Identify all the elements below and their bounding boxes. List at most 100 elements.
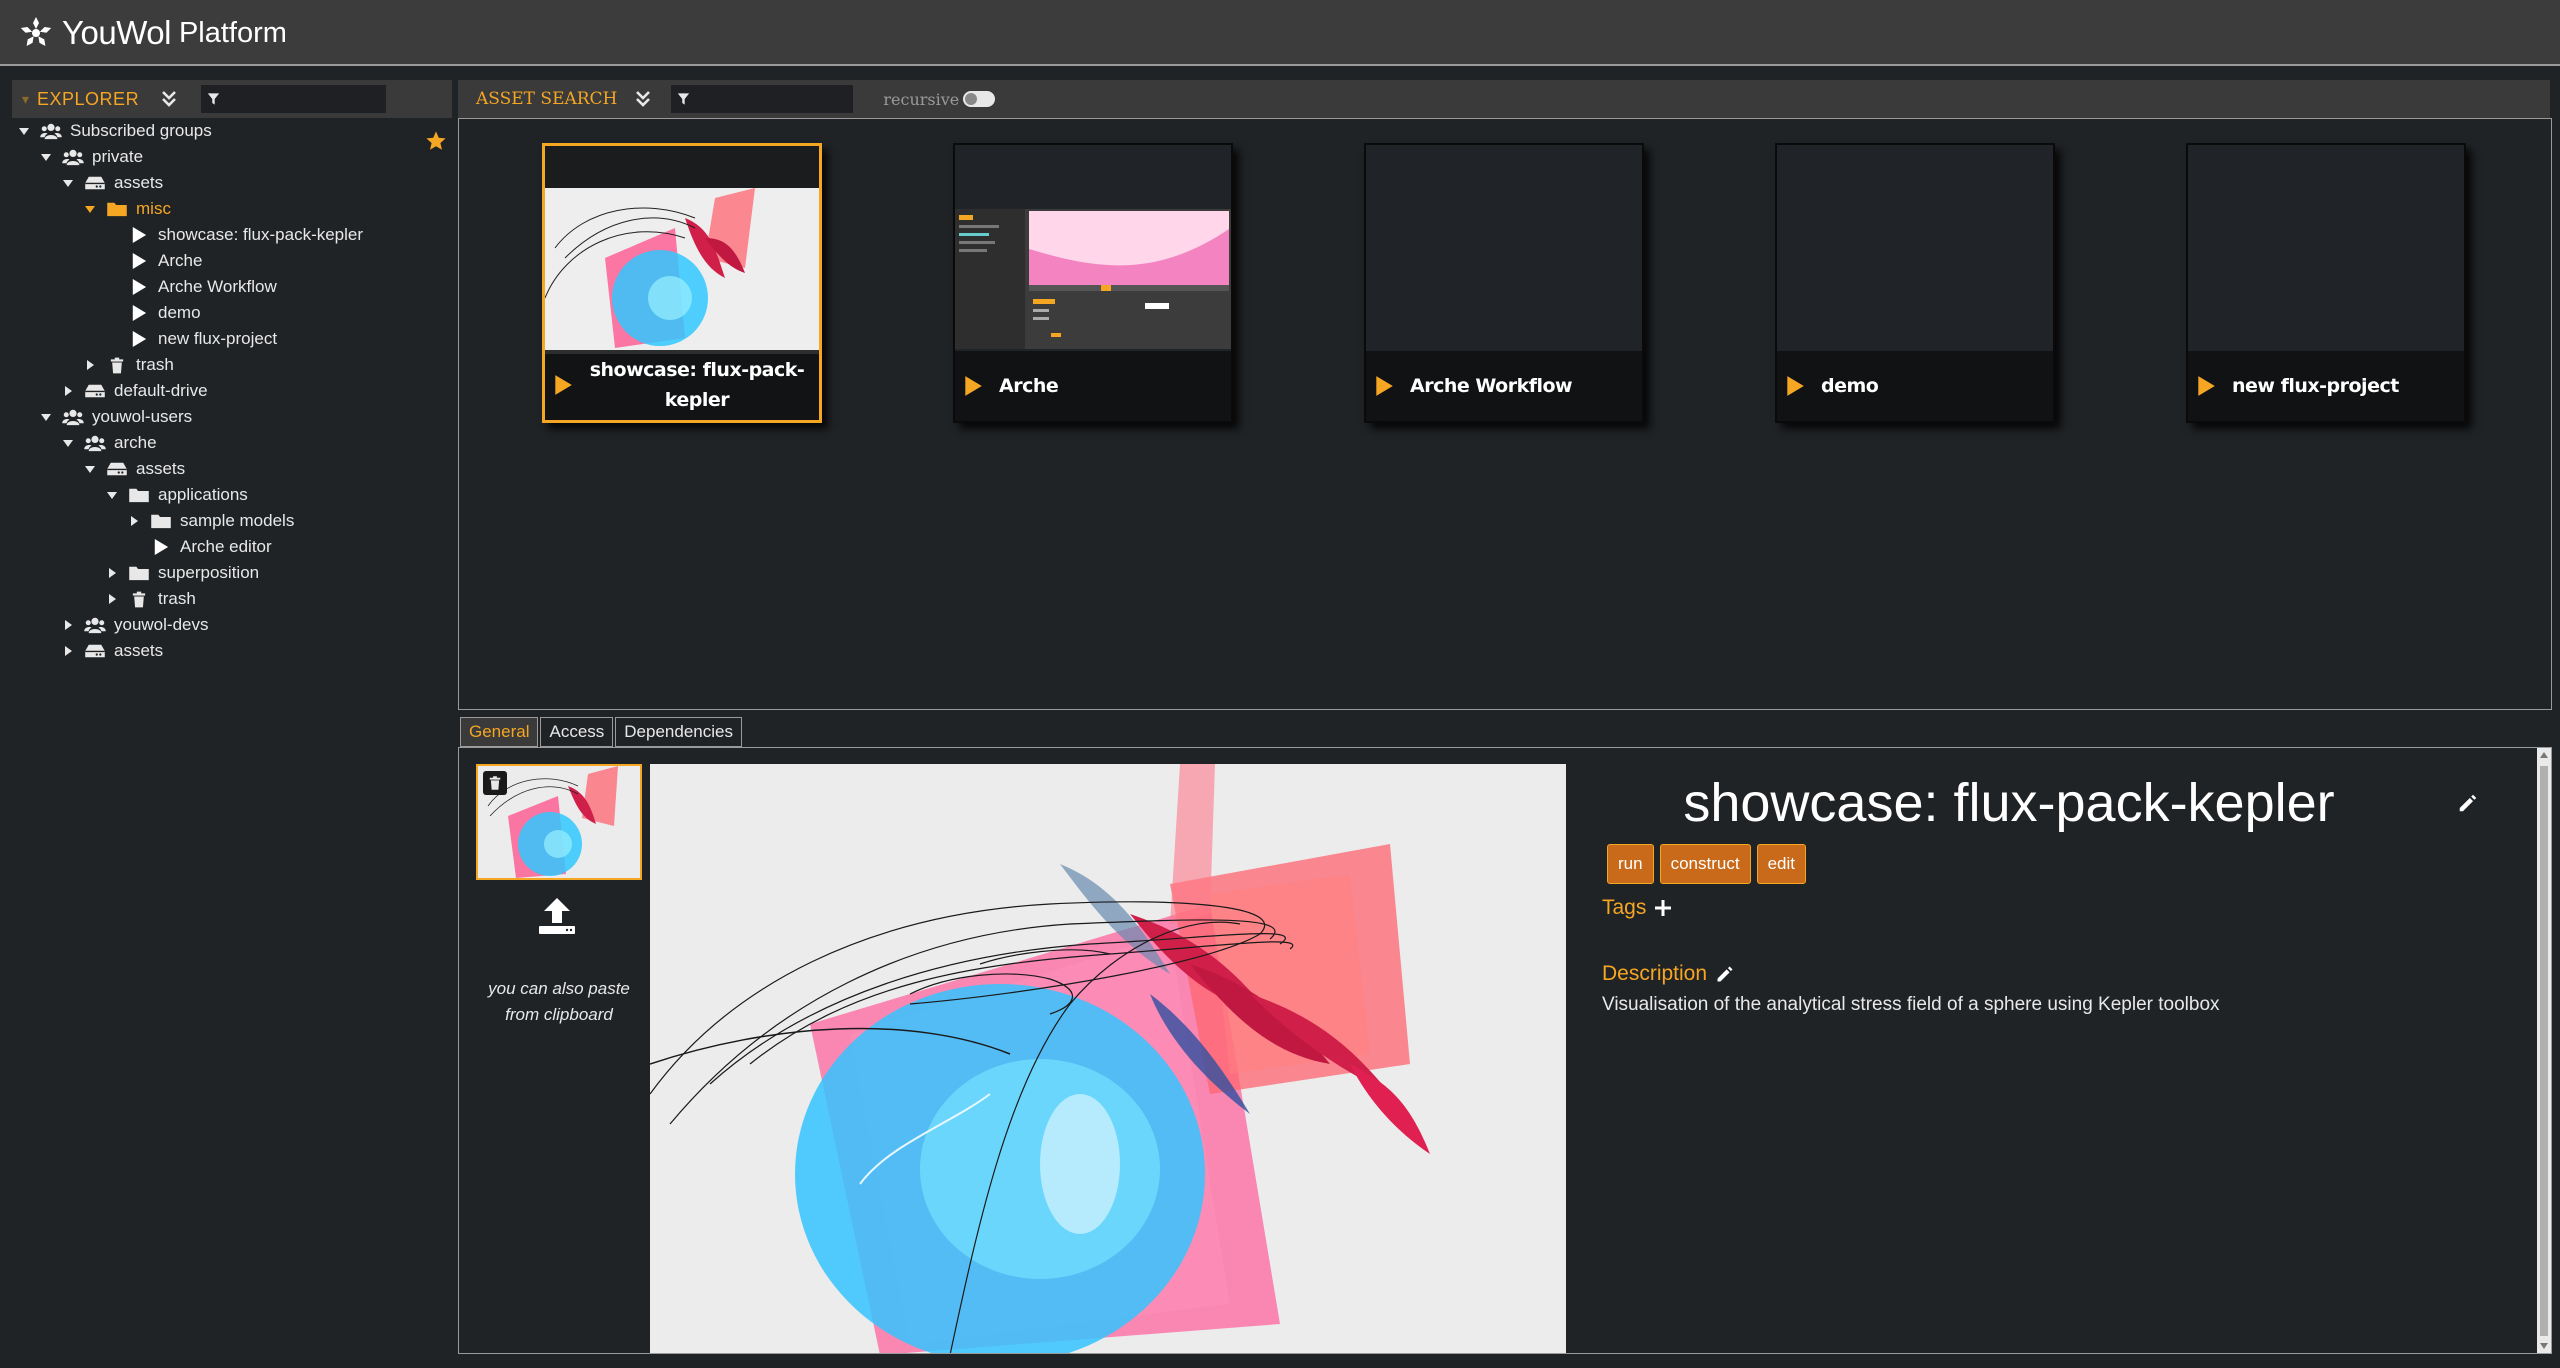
asset-search-filter[interactable] <box>671 85 854 113</box>
tree-node-label: sample models <box>180 511 295 530</box>
card-title: showcase: flux-pack-kepler <box>589 359 805 411</box>
caret-right-icon[interactable] <box>128 515 140 527</box>
tree-node-misc[interactable]: misc <box>84 196 171 222</box>
youwol-logo-icon <box>20 17 52 46</box>
play-icon <box>555 375 572 395</box>
scroll-down-arrow-icon[interactable] <box>2540 1343 2548 1349</box>
asset-card-demo[interactable]: demo <box>1775 143 2055 423</box>
tree-node-assets[interactable]: assets <box>62 638 163 664</box>
tree-node-label: assets <box>114 173 164 192</box>
construct-button[interactable]: construct <box>1659 844 1751 884</box>
tree-node-label: private <box>92 147 144 166</box>
drive-icon <box>84 173 106 193</box>
asset-card-arche-workflow[interactable]: Arche Workflow <box>1364 143 1644 423</box>
tree-node-youwol-devs[interactable]: youwol-devs <box>62 612 209 638</box>
tree-node-arche[interactable]: arche <box>62 430 157 456</box>
tab-access[interactable]: Access <box>540 717 614 747</box>
drive-icon <box>84 381 106 401</box>
card-thumbnail-area <box>545 146 819 354</box>
asset-thumbnail[interactable] <box>476 764 642 880</box>
double-chevron-down-icon[interactable] <box>161 89 179 109</box>
kepler-stress-field-image <box>650 764 1566 1353</box>
card-label-bar: showcase: flux-pack-kepler <box>545 350 819 420</box>
caret-right-icon[interactable] <box>62 645 74 657</box>
users-icon <box>84 615 106 635</box>
run-button[interactable]: run <box>1607 844 1654 884</box>
brand-logo[interactable]: YouWol Platform <box>18 14 287 52</box>
caret-down-icon[interactable] <box>84 203 96 215</box>
asset-card-arche[interactable]: Arche <box>953 143 1233 423</box>
asset-search-input[interactable] <box>690 85 854 113</box>
folder-icon <box>128 485 150 505</box>
tree-node-subscribed-groups[interactable]: Subscribed groups <box>18 118 212 144</box>
detail-tabs: General Access Dependencies <box>460 717 744 747</box>
top-bar: YouWol Platform <box>0 0 2560 66</box>
caret-right-icon[interactable] <box>62 619 74 631</box>
caret-down-icon[interactable] <box>62 177 74 189</box>
trash-icon <box>128 589 150 609</box>
tree-node-asset[interactable]: Arche Workflow <box>106 274 277 300</box>
tree-node-asset[interactable]: showcase: flux-pack-kepler <box>106 222 363 248</box>
tree-node-label: demo <box>158 303 201 322</box>
tree-node-default-drive[interactable]: default-drive <box>62 378 208 404</box>
double-chevron-down-icon[interactable] <box>635 89 653 109</box>
explorer-filter[interactable] <box>201 85 387 113</box>
caret-down-icon[interactable] <box>84 463 96 475</box>
play-icon <box>1787 376 1804 396</box>
edit-title-pencil-icon[interactable] <box>2457 792 2479 814</box>
asset-card-showcase[interactable]: showcase: flux-pack-kepler <box>542 143 822 423</box>
trash-icon <box>489 776 501 790</box>
caret-right-icon[interactable] <box>84 359 96 371</box>
detail-scrollbar[interactable] <box>2537 748 2551 1353</box>
caret-down-icon[interactable] <box>62 437 74 449</box>
tree-node-assets[interactable]: assets <box>62 170 163 196</box>
play-icon <box>128 251 150 271</box>
tree-node-label: misc <box>136 199 171 218</box>
caret-right-icon[interactable] <box>106 593 118 605</box>
asset-search-title: ASSET SEARCH <box>476 89 618 109</box>
tree-node-trash[interactable]: trash <box>106 586 196 612</box>
tree-node-private[interactable]: private <box>40 144 143 170</box>
caret-down-icon[interactable] <box>18 125 30 137</box>
edit-button[interactable]: edit <box>1756 844 1806 884</box>
asset-grid: showcase: flux-pack-kepler Arche Arche W… <box>458 118 2552 710</box>
tree-node-asset[interactable]: Arche editor <box>128 534 272 560</box>
play-icon <box>150 537 172 557</box>
play-icon <box>1376 376 1393 396</box>
caret-down-icon[interactable] <box>106 489 118 501</box>
tree-node-asset[interactable]: Arche <box>106 248 202 274</box>
tree-node-superposition[interactable]: superposition <box>106 560 259 586</box>
tree-node-label: assets <box>114 641 164 660</box>
recursive-toggle[interactable] <box>963 91 996 107</box>
star-icon[interactable] <box>425 130 447 152</box>
delete-thumbnail-button[interactable] <box>483 771 507 795</box>
tab-dependencies[interactable]: Dependencies <box>615 717 742 747</box>
edit-description-pencil-icon[interactable] <box>1715 964 1735 984</box>
explorer-title: EXPLORER <box>37 88 140 109</box>
tab-general[interactable]: General <box>460 717 539 747</box>
tree-node-applications[interactable]: applications <box>106 482 248 508</box>
asset-card-new-flux-project[interactable]: new flux-project <box>2186 143 2466 423</box>
kepler-thumbnail-image <box>545 188 819 354</box>
tree-node-asset[interactable]: new flux-project <box>106 326 277 352</box>
caret-right-icon[interactable] <box>62 385 74 397</box>
brand-name: YouWol <box>62 14 171 51</box>
play-icon <box>128 225 150 245</box>
caret-down-icon[interactable] <box>40 151 52 163</box>
caret-right-icon[interactable] <box>106 567 118 579</box>
explorer-filter-input[interactable] <box>220 85 387 113</box>
tree-node-youwol-users[interactable]: youwol-users <box>40 404 192 430</box>
scroll-thumb[interactable] <box>2540 766 2548 1336</box>
tree-node-asset[interactable]: demo <box>106 300 201 326</box>
caret-down-icon[interactable] <box>40 411 52 423</box>
tree-node-trash[interactable]: trash <box>84 352 174 378</box>
collapse-caret-icon[interactable]: ▾ <box>22 91 29 108</box>
add-tag-plus-icon[interactable] <box>1654 899 1672 917</box>
card-thumbnail-area <box>2188 145 2464 351</box>
tree-node-sample-models[interactable]: sample models <box>128 508 294 534</box>
tree-node-label: applications <box>158 485 248 504</box>
scroll-up-arrow-icon[interactable] <box>2540 752 2548 758</box>
drive-icon <box>84 641 106 661</box>
tree-node-assets[interactable]: assets <box>84 456 185 482</box>
upload-icon[interactable] <box>537 896 577 936</box>
